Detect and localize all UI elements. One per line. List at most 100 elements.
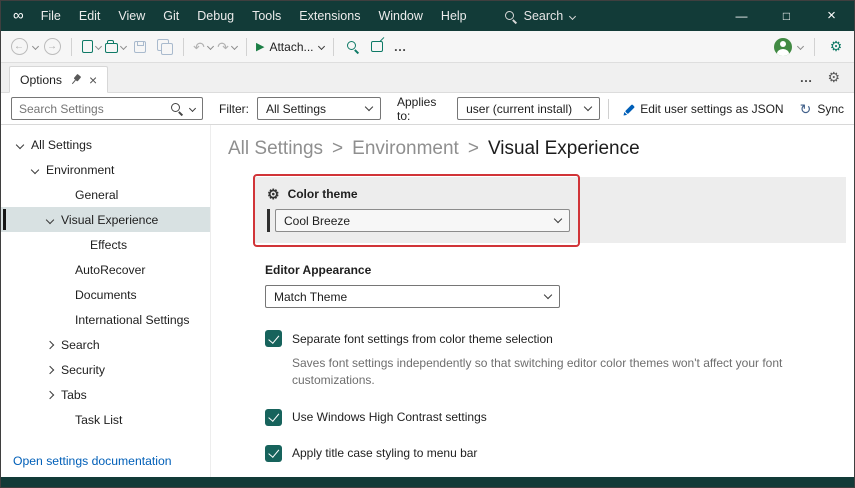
maximize-button[interactable]: □	[764, 1, 809, 31]
search-settings-box[interactable]	[11, 97, 203, 120]
menu-item[interactable]: Debug	[188, 1, 243, 31]
setting-checkbox-row: Apply title case styling to menu bar	[265, 445, 846, 462]
close-button[interactable]: ×	[809, 1, 854, 31]
sidebar-tree-item[interactable]: Documents	[1, 282, 210, 307]
sidebar-tree-item[interactable]: Environment	[1, 157, 210, 182]
color-theme-dropdown[interactable]: Cool Breeze	[275, 209, 570, 232]
filter-dropdown[interactable]: All Settings	[257, 97, 381, 120]
tabbar-gear-icon[interactable]: ⚙	[827, 69, 840, 86]
open-file-button[interactable]	[105, 35, 126, 59]
checkbox-label: Use Windows High Contrast settings	[292, 410, 487, 424]
pin-icon[interactable]	[67, 71, 83, 87]
breadcrumb-item[interactable]: All Settings	[228, 138, 323, 160]
sidebar-tree-item[interactable]: AutoRecover	[1, 257, 210, 282]
sync-button[interactable]: ↻ Sync	[800, 102, 844, 116]
save-all-button[interactable]	[154, 35, 174, 59]
tree-expander-icon[interactable]	[47, 392, 61, 398]
tree-expander-icon[interactable]	[17, 142, 31, 148]
breadcrumb-item[interactable]: Environment	[352, 138, 459, 160]
edit-json-label: Edit user settings as JSON	[640, 102, 783, 116]
find-in-files-button[interactable]	[343, 35, 363, 59]
settings-tree-sidebar: Open settings documentation All Settings…	[1, 125, 211, 477]
checkbox[interactable]	[265, 409, 282, 426]
toolbar-settings-button[interactable]: ⚙	[826, 35, 846, 59]
user-avatar[interactable]	[774, 38, 792, 56]
applies-to-dropdown[interactable]: user (current install)	[457, 97, 600, 120]
toolbar-separator	[814, 38, 815, 56]
tree-item-label: Security	[61, 363, 105, 377]
color-theme-value: Cool Breeze	[284, 214, 350, 228]
checkbox[interactable]	[265, 445, 282, 462]
sidebar-tree-item[interactable]: Effects	[1, 232, 210, 257]
play-icon: ▶	[256, 40, 264, 53]
menu-item[interactable]: Window	[369, 1, 431, 31]
search-settings-input[interactable]	[19, 102, 163, 116]
sidebar-tree-item[interactable]: General	[1, 182, 210, 207]
applies-to-label: Applies to:	[397, 95, 449, 123]
undo-icon: ↶	[193, 40, 205, 54]
tree-item-label: Search	[61, 338, 100, 352]
account-chevron-icon[interactable]	[797, 43, 804, 50]
attach-button-label: Attach...	[269, 40, 313, 54]
editor-appearance-dropdown[interactable]: Match Theme	[265, 285, 560, 308]
chevron-down-icon	[544, 291, 552, 299]
chevron-down-icon[interactable]	[189, 105, 196, 112]
sidebar-tree-item[interactable]: Task List	[1, 407, 210, 432]
open-settings-documentation-link[interactable]: Open settings documentation	[13, 454, 172, 468]
sidebar-tree-item[interactable]: Visual Experience	[1, 207, 210, 232]
minimize-button[interactable]: —	[719, 1, 764, 31]
gear-icon: ⚙	[830, 38, 843, 55]
menu-item[interactable]: Help	[432, 1, 476, 31]
menu-item[interactable]: Extensions	[290, 1, 369, 31]
tree-expander-icon[interactable]	[47, 367, 61, 373]
forward-icon: →	[44, 38, 61, 55]
breadcrumb-separator: >	[468, 138, 479, 160]
sidebar-tree-item[interactable]: Security	[1, 357, 210, 382]
tree-item-label: International Settings	[75, 313, 190, 327]
menu-item[interactable]: File	[32, 1, 70, 31]
sidebar-tree-item[interactable]: Search	[1, 332, 210, 357]
menu-item[interactable]: Edit	[70, 1, 110, 31]
breadcrumb-item[interactable]: Visual Experience	[488, 138, 640, 160]
highlighted-setting-band: ⚙ Color theme Cool Breeze	[255, 177, 846, 243]
redo-button[interactable]: ↷	[217, 35, 237, 59]
edit-json-icon	[625, 104, 635, 114]
setting-checkbox-row: Use Windows High Contrast settings	[265, 409, 846, 426]
new-file-button[interactable]	[81, 35, 101, 59]
menu-item[interactable]: View	[109, 1, 154, 31]
forward-button[interactable]: →	[42, 35, 62, 59]
tabbar-overflow-button[interactable]: …	[799, 70, 813, 85]
menu-item[interactable]: Tools	[243, 1, 290, 31]
toolbar-overflow-button[interactable]: …	[391, 35, 411, 59]
attach-button[interactable]: ▶ Attach...	[256, 35, 324, 59]
sidebar-tree-item[interactable]: All Settings	[1, 132, 210, 157]
tab-close-icon[interactable]: ×	[89, 73, 97, 87]
sidebar-tree-item[interactable]: Tabs	[1, 382, 210, 407]
settings-content: All Settings > Environment > Visual Expe…	[211, 125, 854, 477]
titlebar-search[interactable]: Search	[504, 9, 576, 23]
sidebar-tree-item[interactable]: International Settings	[1, 307, 210, 332]
titlebar-search-label: Search	[524, 9, 564, 23]
sync-label: Sync	[817, 102, 844, 116]
window-controls: — □ ×	[719, 1, 854, 31]
titlebar: ∞ FileEditViewGitDebugToolsExtensionsWin…	[1, 1, 854, 31]
gear-icon: ⚙	[267, 187, 280, 201]
filterbar-separator	[608, 99, 609, 119]
menu-item[interactable]: Git	[154, 1, 188, 31]
back-history-chevron-icon[interactable]	[32, 43, 39, 50]
back-button[interactable]: ←	[9, 35, 29, 59]
tab-options[interactable]: Options ×	[9, 66, 108, 93]
tree-expander-icon[interactable]	[47, 342, 61, 348]
tree-expander-icon[interactable]	[47, 217, 61, 223]
breadcrumb: All Settings > Environment > Visual Expe…	[228, 138, 848, 160]
chevron-down-icon	[94, 43, 101, 50]
undo-button[interactable]: ↶	[193, 35, 213, 59]
back-icon: ←	[11, 38, 28, 55]
save-button[interactable]	[130, 35, 150, 59]
tree-expander-icon[interactable]	[32, 167, 46, 173]
edit-json-button[interactable]: Edit user settings as JSON	[625, 102, 784, 116]
checkbox[interactable]	[265, 330, 282, 347]
open-in-window-button[interactable]	[367, 35, 387, 59]
tree-item-label: All Settings	[31, 138, 92, 152]
tree-item-label: Effects	[90, 238, 127, 252]
